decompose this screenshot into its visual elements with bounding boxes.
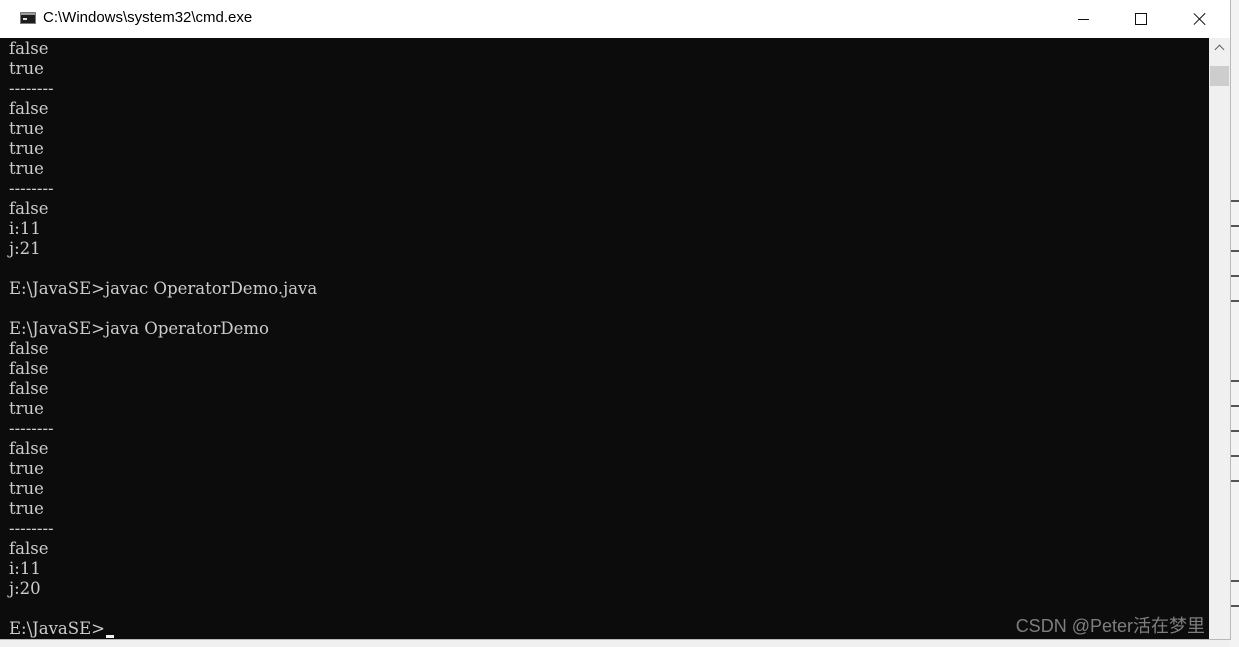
- title-bar[interactable]: C:\Windows\system32\cmd.exe: [0, 0, 1230, 38]
- console-line: --------: [9, 419, 54, 438]
- console-prompt-line[interactable]: E:\JavaSE>: [9, 619, 317, 639]
- console-line: i:11: [9, 219, 41, 238]
- console-line: true: [9, 459, 44, 478]
- console-line: false: [9, 99, 49, 118]
- console-line: true: [9, 159, 44, 178]
- console-line: true: [9, 479, 44, 498]
- console-output[interactable]: false true -------- false true true true ------…: [0, 38, 1209, 639]
- console-line: false: [9, 379, 49, 398]
- console-prompt: E:\JavaSE>: [9, 619, 105, 638]
- cmd-window[interactable]: C:\Windows\system32\cmd.exe false true ---…: [0, 0, 1230, 639]
- console-line: --------: [9, 519, 54, 538]
- chevron-up-icon: [1214, 44, 1225, 55]
- console-line: false: [9, 539, 49, 558]
- console-line: i:11: [9, 559, 41, 578]
- console-line: --------: [9, 179, 54, 198]
- scroll-thumb[interactable]: [1210, 66, 1229, 86]
- console-line: false: [9, 339, 49, 358]
- close-icon: [1193, 12, 1207, 26]
- console-line: true: [9, 59, 44, 78]
- close-button[interactable]: [1171, 0, 1229, 38]
- console-line: false: [9, 439, 49, 458]
- console-line: E:\JavaSE>javac OperatorDemo.java: [9, 279, 318, 298]
- console-line: true: [9, 499, 44, 518]
- minimize-button[interactable]: [1055, 0, 1113, 38]
- console-line: false: [9, 39, 49, 58]
- watermark: CSDN @Peter活在梦里: [1015, 616, 1205, 636]
- text-cursor: [105, 635, 114, 638]
- background-window: [1230, 0, 1239, 647]
- console-line: true: [9, 399, 44, 418]
- console-line: true: [9, 139, 44, 158]
- console-line: false: [9, 359, 49, 378]
- maximize-icon: [1135, 13, 1147, 25]
- console-line: j:21: [9, 239, 41, 258]
- console-lines: false true -------- false true true true ------…: [9, 39, 317, 639]
- console-line: E:\JavaSE>java OperatorDemo: [9, 319, 269, 338]
- console-line: true: [9, 119, 44, 138]
- maximize-button[interactable]: [1113, 0, 1171, 38]
- console-line: false: [9, 199, 49, 218]
- window-title: C:\Windows\system32\cmd.exe: [43, 9, 253, 26]
- minimize-icon: [1078, 19, 1089, 20]
- vertical-scrollbar[interactable]: [1209, 38, 1230, 639]
- console-app-icon: [20, 12, 36, 24]
- console-line: j:20: [9, 579, 41, 598]
- scroll-up-button[interactable]: [1209, 38, 1230, 57]
- console-line: --------: [9, 79, 54, 98]
